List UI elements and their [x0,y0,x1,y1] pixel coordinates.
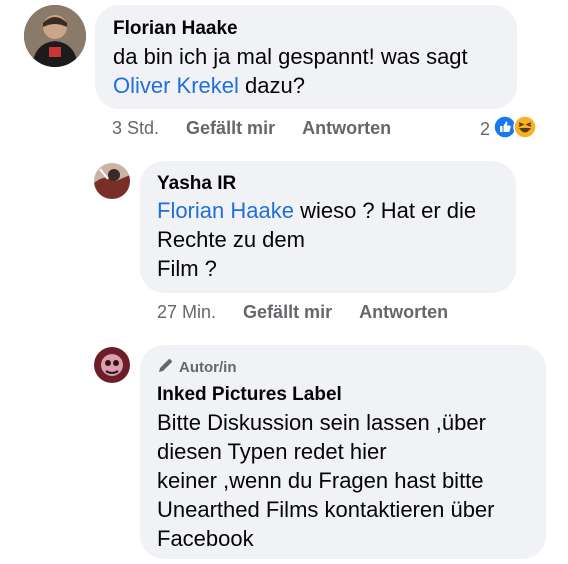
comment-text: Florian Haake wieso ? Hat er die Rechte … [157,196,499,283]
comment-text-line: keiner ,wenn du Fragen hast bitte [157,468,484,493]
comment-author[interactable]: Yasha IR [157,173,499,195]
avatar-florian-haake[interactable] [24,5,86,67]
comment-time[interactable]: 27 Min. [157,302,216,322]
comment-time[interactable]: 3 Std. [112,118,159,138]
author-badge: Autor/in [157,357,529,378]
comment-meta: 27 Min. Gefällt mir Antworten [157,302,448,323]
comment-text-part: da bin ich ja mal gespannt! was sagt [113,44,468,69]
mention-link[interactable]: Florian Haake [157,198,294,223]
comment-text-part: Rechte zu dem [157,227,305,252]
comment-meta: 3 Std. Gefällt mir Antworten [112,118,391,139]
comment-bubble-florian: Florian Haake da bin ich ja mal gespannt… [95,5,517,109]
haha-reaction-icon [513,115,537,144]
avatar-inked-pictures-label[interactable] [94,347,130,383]
reply-button[interactable]: Antworten [359,302,448,322]
comment-text-line: diesen Typen redet hier [157,439,387,464]
comment-author[interactable]: Florian Haake [113,18,499,40]
comment-text-part: wieso ? Hat er die [293,198,477,223]
mention-link[interactable]: Oliver Krekel [113,73,239,98]
author-badge-label: Autor/in [179,359,237,376]
comment-text-part: Film ? [157,256,217,281]
comment-text: Bitte Diskussion sein lassen ,über diese… [157,408,529,553]
comment-text-part: dazu? [238,73,305,98]
reply-button[interactable]: Antworten [302,118,391,138]
like-button[interactable]: Gefällt mir [186,118,275,138]
pencil-icon [157,357,174,378]
comment-text: da bin ich ja mal gespannt! was sagt Oli… [113,42,499,100]
like-button[interactable]: Gefällt mir [243,302,332,322]
comment-text-line: Unearthed Films kontaktieren über [157,497,495,522]
comment-author[interactable]: Inked Pictures Label [157,384,529,406]
comment-text-line: Bitte Diskussion sein lassen ,über [157,410,486,435]
comment-text-line: Facebook [157,526,254,551]
reaction-summary[interactable]: 2 [480,115,537,144]
reaction-count: 2 [480,119,491,139]
avatar-yasha-ir[interactable] [94,163,130,199]
comment-bubble-yasha: Yasha IR Florian Haake wieso ? Hat er di… [140,161,516,293]
comment-bubble-inked-pictures: Autor/in Inked Pictures Label Bitte Disk… [140,345,546,559]
